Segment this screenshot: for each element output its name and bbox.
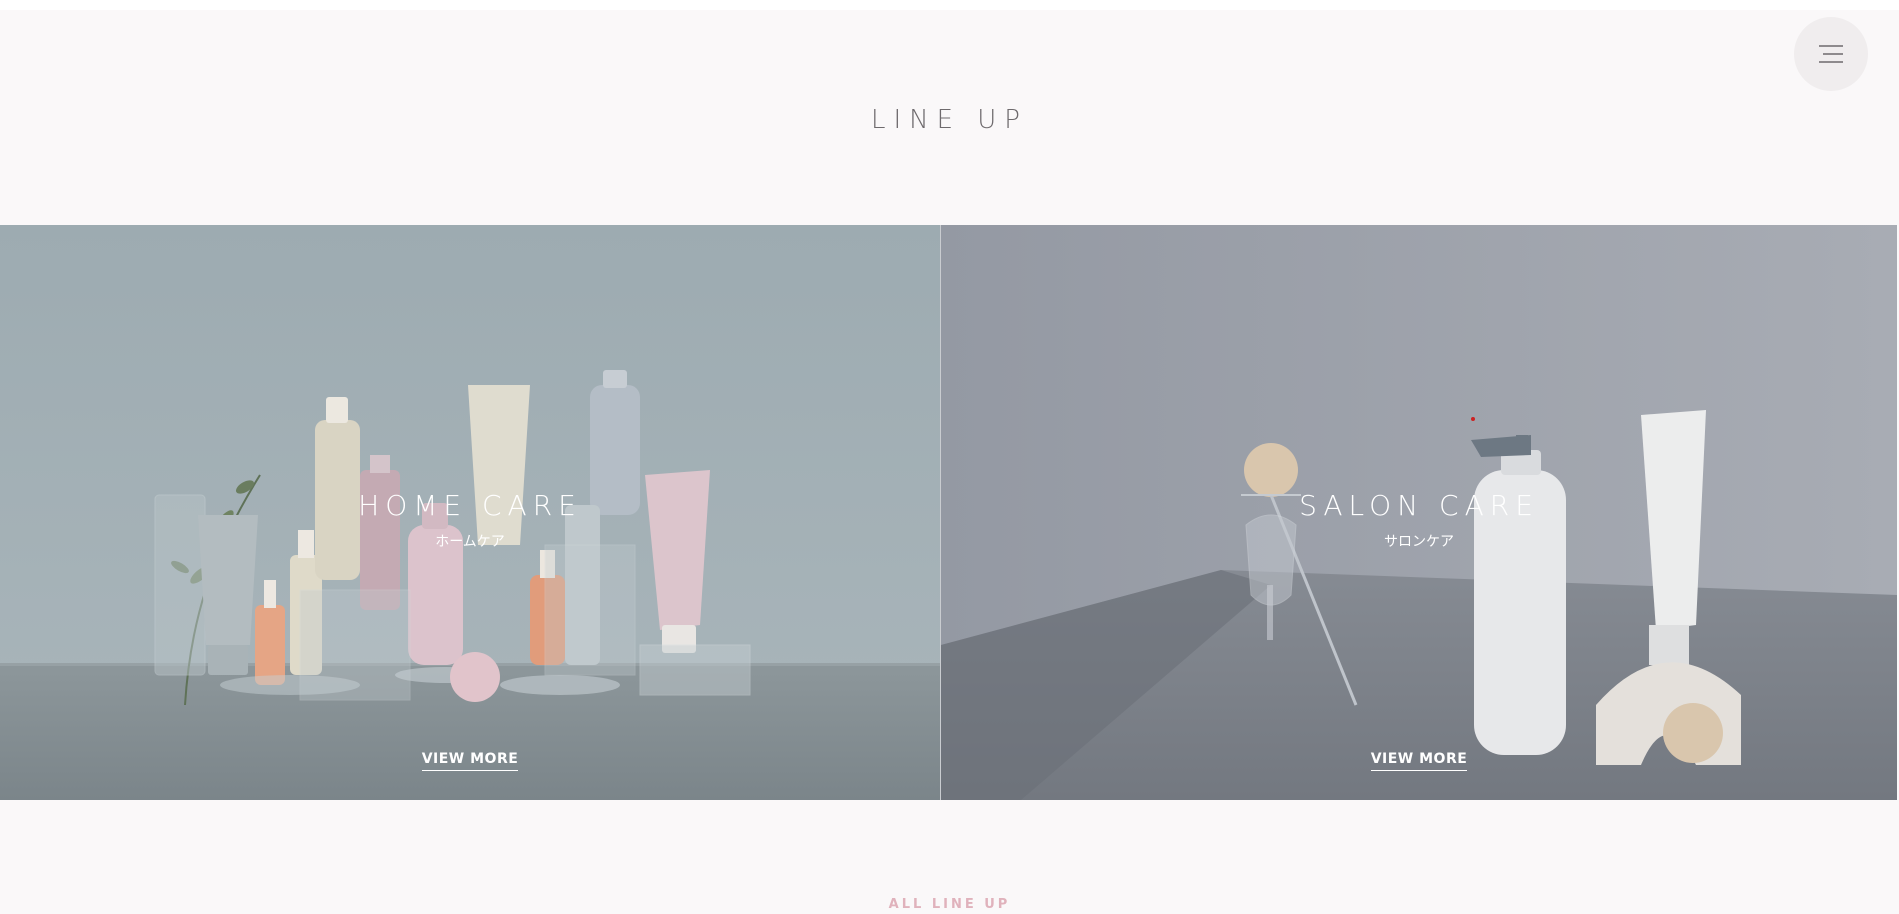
menu-button[interactable] [1794, 17, 1868, 91]
salon-care-title: SALON CARE [1299, 489, 1539, 522]
all-lineup-heading: ALL LINE UP [888, 897, 1011, 912]
section-title: LINE UP [870, 105, 1028, 135]
home-care-title: HOME CARE [358, 489, 582, 522]
top-strip [0, 0, 1899, 10]
hamburger-menu-icon [1819, 45, 1843, 63]
salon-care-panel[interactable]: SALON CARE サロンケア VIEW MORE [941, 225, 1897, 800]
home-care-view-more-link[interactable]: VIEW MORE [421, 751, 519, 771]
salon-care-subtitle: サロンケア [1384, 534, 1454, 550]
salon-care-view-more-link[interactable]: VIEW MORE [1370, 751, 1468, 771]
home-care-subtitle: ホームケア [435, 534, 505, 550]
home-care-panel[interactable]: HOME CARE ホームケア VIEW MORE [0, 225, 940, 800]
